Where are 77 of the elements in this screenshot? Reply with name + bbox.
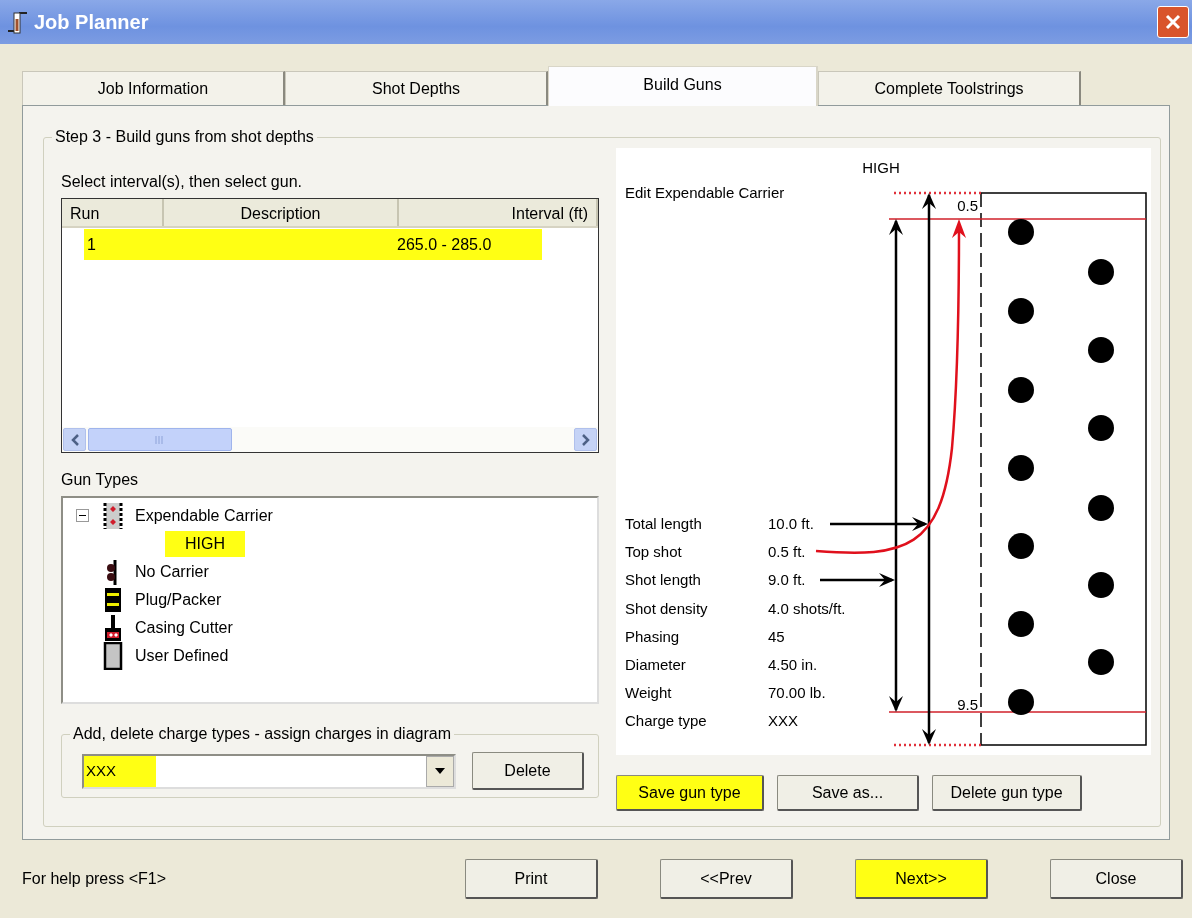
shot-hole[interactable] [1008,219,1034,245]
depth-marker: 0.5 [957,197,978,214]
column-header[interactable]: Description [164,199,399,226]
shot-hole[interactable] [1088,572,1114,598]
charge-type-combo[interactable]: XXX [82,753,456,789]
close-icon [1164,13,1182,31]
edit-label[interactable]: Edit Expendable Carrier [625,184,785,201]
table-cell: 265.0 - 285.0 [397,234,492,255]
diagram-title: HIGH [862,159,900,176]
shot-hole[interactable] [1008,533,1034,559]
interval-list[interactable]: Run Description Interval (ft) 1 265.0 - 285.0 [61,198,599,453]
property-value[interactable]: 10.0 ft. [768,515,814,532]
close-button[interactable] [1157,6,1189,38]
diagram-button[interactable]: Delete gun type [932,775,1082,811]
shot-hole[interactable] [1008,377,1034,403]
property-label: Shot density [625,599,708,617]
tab[interactable]: Job Information [22,71,285,105]
carrier-icon [101,502,125,530]
shot-hole[interactable] [1088,495,1114,521]
collapse-icon[interactable] [75,508,91,524]
status-text: For help press <F1> [22,869,168,889]
shot-hole[interactable] [1008,455,1034,481]
shot-hole[interactable] [1008,611,1034,637]
section-label: Gun Types [61,470,140,490]
shot-hole[interactable] [1008,298,1034,324]
window-title: Job Planner [34,10,149,34]
scroll-right-button[interactable] [574,428,597,451]
property-label: Top shot [625,543,682,561]
tree-item[interactable]: HIGH [165,531,245,557]
shot-hole[interactable] [1088,337,1114,363]
tool-icon [101,642,125,670]
column-header[interactable]: Run [62,199,164,226]
table-row[interactable]: 1 265.0 - 285.0 [84,229,542,260]
footer-button[interactable]: <<Prev [660,859,793,899]
property-value[interactable]: 4.0 shots/ft. [768,599,846,617]
tree-item[interactable]: Plug/Packer [131,589,226,611]
shot-hole[interactable] [1088,415,1114,441]
gun-type-tree[interactable]: Expendable Carrier HIGH No Carrier Plug/Packer Casing Cutter User Defined [61,496,599,704]
tab[interactable]: Build Guns [548,66,818,106]
diagram-button[interactable]: Save gun type [616,775,764,811]
group-title: Step 3 - Build guns from shot depths [52,127,317,147]
diagram-button[interactable]: Save as... [777,775,919,811]
dropdown-icon[interactable] [425,755,454,787]
tree-item[interactable]: Casing Cutter [131,617,237,639]
property-value[interactable]: 9.0 ft. [768,571,806,589]
property-label: Diameter [625,656,686,673]
property-label: Charge type [625,712,707,730]
property-value[interactable]: 70.00 lb. [768,684,826,702]
combo-value: XXX [84,755,156,787]
shot-hole[interactable] [1088,259,1114,285]
property-value[interactable]: XXX [768,712,798,730]
tab[interactable]: Complete Toolstrings [818,71,1081,105]
property-label: Total length [625,515,702,532]
column-header[interactable]: Interval (ft) [399,199,598,226]
footer-button[interactable]: Print [465,859,598,899]
footer-button[interactable]: Next>> [855,859,988,899]
shot-hole[interactable] [1008,689,1034,715]
property-label: Weight [625,684,672,702]
tree-item[interactable]: Expendable Carrier [131,505,277,527]
property-value[interactable]: 4.50 in. [768,656,818,673]
scroll-left-button[interactable] [63,428,86,451]
shot-hole[interactable] [1088,649,1114,675]
depth-marker: 9.5 [957,696,978,713]
instruction-text: Select interval(s), then select gun. [61,172,303,192]
property-label: Shot length [625,571,701,589]
group-title: Add, delete charge types - assign charges in diagram [70,724,454,744]
delete-button[interactable]: Delete [471,752,584,790]
tree-item[interactable]: No Carrier [131,561,213,583]
tab[interactable]: Shot Depths [285,71,548,105]
property-value[interactable]: 45 [768,627,785,645]
table-cell-text: 1 [87,234,97,255]
scrollbar-thumb[interactable] [88,428,232,451]
tree-item[interactable]: User Defined [131,645,233,667]
footer-button[interactable]: Close [1050,859,1183,899]
property-label: Phasing [625,627,680,645]
gun-diagram[interactable]: HIGH Edit Expendable Carrier 0.5 9.5 Total length 10.0 ft. Top shot 0.5 ft. Shot length 9.0 ft. Shot density 4.0 shots/ft. Phasing 45 Diameter 4.50 in. Weight 70.00 lb. Charge type XXX [616,148,1151,755]
property-value[interactable]: 0.5 ft. [768,543,806,561]
